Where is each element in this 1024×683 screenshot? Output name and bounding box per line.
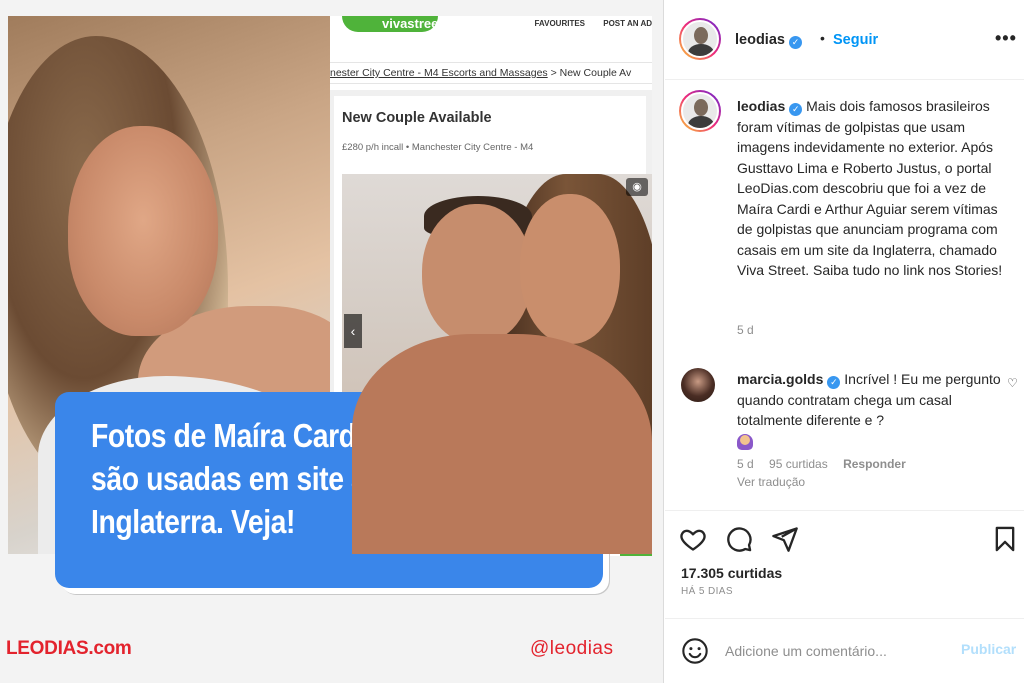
- ad-photo: ◉ ‹: [342, 174, 652, 554]
- ad-card: New Couple Available £280 p/h incall • M…: [334, 96, 652, 556]
- site-logo: vivastreet: [342, 16, 443, 32]
- comment-icon[interactable]: [725, 525, 753, 553]
- header-username[interactable]: leodias ✓: [735, 32, 802, 49]
- emoji-icon[interactable]: [681, 637, 709, 665]
- commenter-avatar[interactable]: [681, 368, 715, 402]
- publish-button[interactable]: Publicar: [961, 641, 1016, 657]
- see-translation-link[interactable]: Ver tradução: [737, 475, 805, 489]
- comment-like-icon[interactable]: ♡: [1007, 376, 1018, 390]
- chevron-left-icon: ‹: [344, 314, 362, 348]
- reply-button[interactable]: Responder: [843, 457, 906, 471]
- site-nav-favourites: FAVOURITES: [534, 19, 586, 28]
- brand-logo: LEODIAS.com: [6, 638, 132, 659]
- likes-count[interactable]: 17.305 curtidas: [681, 565, 782, 581]
- more-icon[interactable]: •••: [995, 28, 1017, 49]
- post-actions: 17.305 curtidas HÁ 5 DIAS: [665, 510, 1024, 618]
- follow-button[interactable]: Seguir: [833, 32, 878, 48]
- comment-bar: Publicar: [665, 618, 1024, 683]
- woman-emoji-icon: [737, 433, 753, 450]
- comment-meta: 5 d 95 curtidas Responder: [737, 457, 918, 471]
- comment-input[interactable]: [725, 637, 945, 665]
- ad-title: New Couple Available: [342, 110, 492, 126]
- separator-dot: •: [820, 30, 825, 46]
- site-breadcrumb: nester City Centre - M4 Escorts and Mass…: [330, 62, 652, 84]
- post-caption: leodias ✓ Mais dois famosos brasileiros f…: [737, 96, 1007, 281]
- caption-username[interactable]: leodias: [737, 98, 785, 114]
- caption-avatar[interactable]: [679, 90, 721, 132]
- camera-icon: ◉: [626, 178, 648, 196]
- post-header: leodias ✓ • Seguir •••: [665, 0, 1024, 80]
- brand-handle: @leodias: [530, 638, 614, 659]
- ad-subtitle: £280 p/h incall • Manchester City Centre…: [342, 142, 534, 153]
- comment-time[interactable]: 5 d: [737, 457, 754, 471]
- comment-likes[interactable]: 95 curtidas: [769, 457, 828, 471]
- website-screenshot: vivastreet FAVOURITES POST AN AD nester …: [330, 16, 652, 556]
- post-image[interactable]: vivastreet FAVOURITES POST AN AD nester …: [0, 0, 664, 683]
- avatar[interactable]: [679, 18, 721, 60]
- verified-icon: ✓: [789, 103, 803, 116]
- site-nav: FAVOURITES POST AN AD: [518, 19, 652, 28]
- share-icon[interactable]: [771, 525, 799, 553]
- post-sidebar: leodias ✓ • Seguir ••• leodias ✓ Mais dois…: [665, 0, 1024, 683]
- bookmark-icon[interactable]: [991, 525, 1019, 553]
- verified-icon: ✓: [827, 376, 841, 389]
- caption-time[interactable]: 5 d: [737, 323, 754, 337]
- post-date[interactable]: HÁ 5 DIAS: [681, 586, 733, 597]
- caption-text: Mais dois famosos brasileiros foram víti…: [737, 98, 1003, 278]
- heart-icon[interactable]: [679, 525, 707, 553]
- verified-icon: ✓: [788, 36, 802, 49]
- comment: marcia.golds ✓ Incrível ! Eu me pergunto …: [737, 369, 1007, 455]
- comment-username[interactable]: marcia.golds: [737, 371, 823, 387]
- site-nav-post-ad: POST AN AD: [603, 19, 652, 28]
